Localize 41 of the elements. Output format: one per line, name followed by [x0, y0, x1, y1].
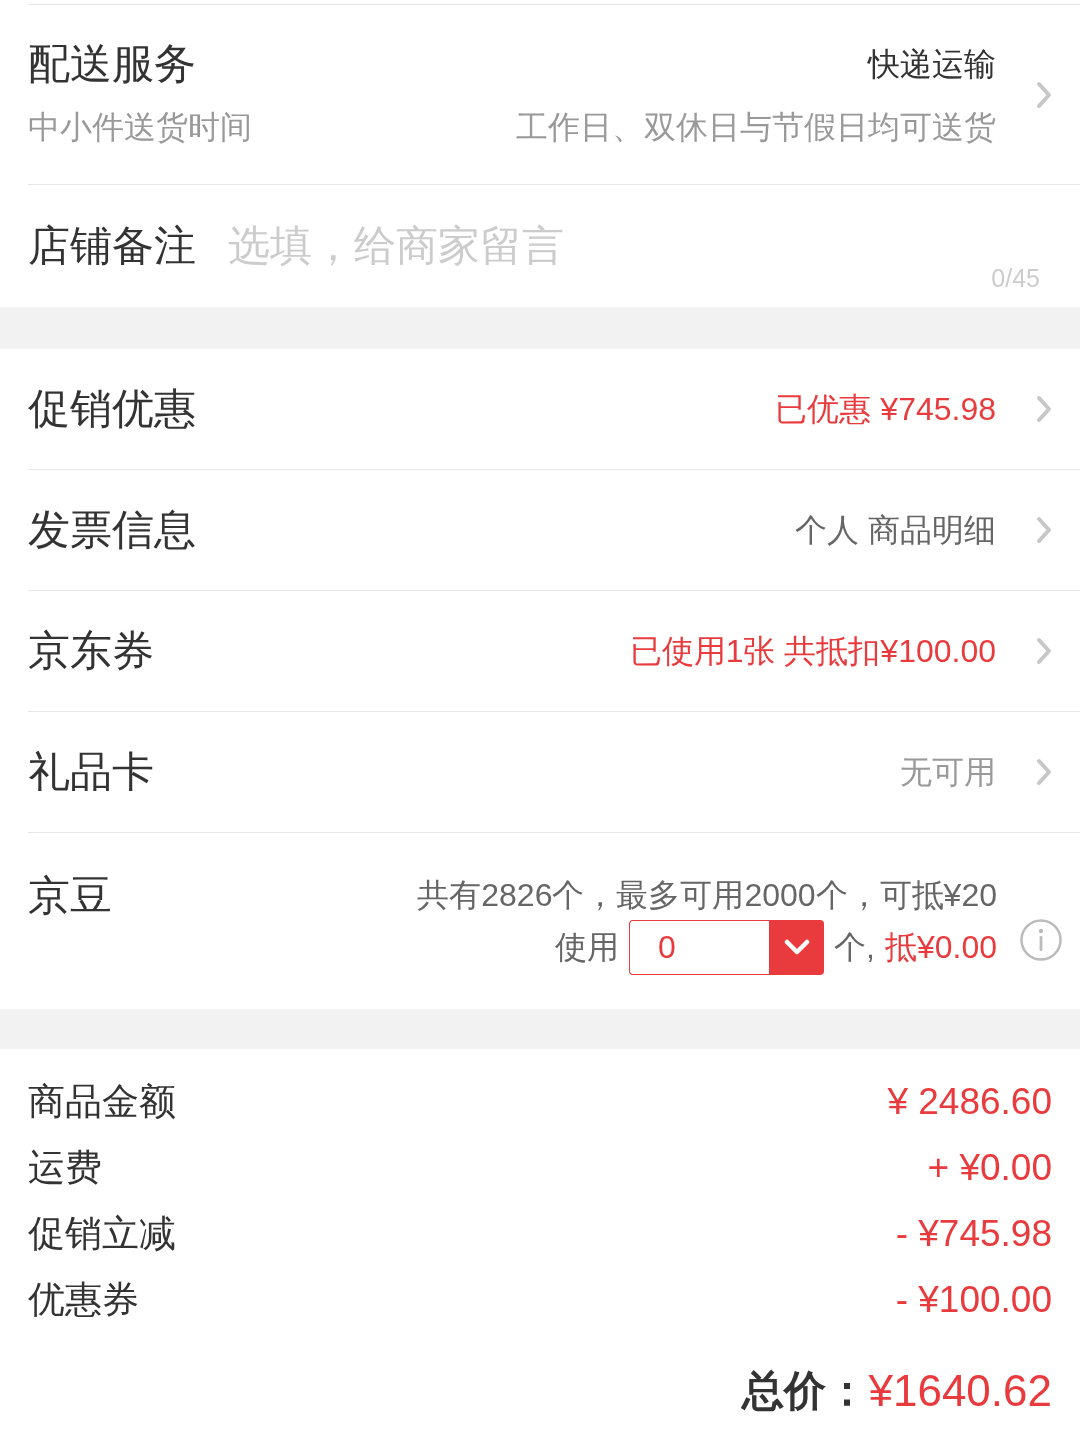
option-value: 已使用1张 共抵扣¥100.00 — [629, 632, 996, 671]
total-price: ¥1640.62 — [868, 1365, 1052, 1417]
option-row[interactable]: 促销优惠 已优惠 ¥745.98 — [28, 349, 1080, 470]
dropdown-button[interactable] — [769, 919, 825, 975]
chevron-right-icon — [1036, 758, 1052, 786]
summary-label: 运费 — [28, 1146, 102, 1190]
option-row[interactable]: 发票信息 个人 商品明细 — [28, 470, 1080, 591]
option-row[interactable]: 礼品卡 无可用 — [28, 712, 1080, 833]
option-row[interactable]: 京东券 已使用1张 共抵扣¥100.00 — [28, 591, 1080, 712]
delivery-time-note: 工作日、双休日与节假日均可送货 — [516, 107, 996, 147]
option-value: 无可用 — [900, 753, 996, 792]
deduction-amount: 抵¥0.00 — [884, 928, 997, 967]
unit-text: 个, — [834, 928, 875, 967]
chevron-right-icon — [1036, 395, 1052, 423]
chevron-right-icon — [1036, 516, 1052, 544]
chevron-down-icon — [783, 939, 810, 955]
beans-summary: 共有2826个，最多可用2000个，可抵¥20 — [417, 876, 997, 915]
remark-label: 店铺备注 — [28, 221, 196, 271]
quantity-field[interactable]: 0 — [629, 919, 770, 975]
option-label: 发票信息 — [28, 505, 197, 555]
use-label: 使用 — [555, 928, 620, 967]
option-label: 促销优惠 — [28, 384, 197, 434]
option-label: 京东券 — [28, 626, 155, 676]
option-label: 礼品卡 — [28, 747, 155, 797]
delivery-row[interactable]: 配送服务 快递运输 中小件送货时间 工作日、双休日与节假日均可送货 — [28, 4, 1080, 185]
chevron-right-icon — [1036, 637, 1052, 665]
summary-label: 促销立减 — [28, 1212, 176, 1256]
summary-amount: - ¥100.00 — [895, 1278, 1052, 1322]
option-value: 个人 商品明细 — [795, 511, 996, 550]
delivery-title: 配送服务 — [28, 38, 197, 89]
summary-label: 商品金额 — [28, 1080, 176, 1124]
summary-amount: + ¥0.00 — [927, 1146, 1052, 1190]
chevron-right-icon — [1036, 80, 1052, 109]
summary-amount: ¥ 2486.60 — [887, 1080, 1052, 1124]
delivery-time-label: 中小件送货时间 — [28, 107, 252, 147]
total-label: 总价： — [742, 1366, 869, 1416]
beans-label: 京豆 — [28, 871, 113, 921]
delivery-method: 快递运输 — [868, 44, 996, 84]
summary-label: 优惠券 — [28, 1278, 139, 1322]
summary-amount: - ¥745.98 — [895, 1212, 1052, 1256]
option-value: 已优惠 ¥745.98 — [775, 390, 996, 429]
